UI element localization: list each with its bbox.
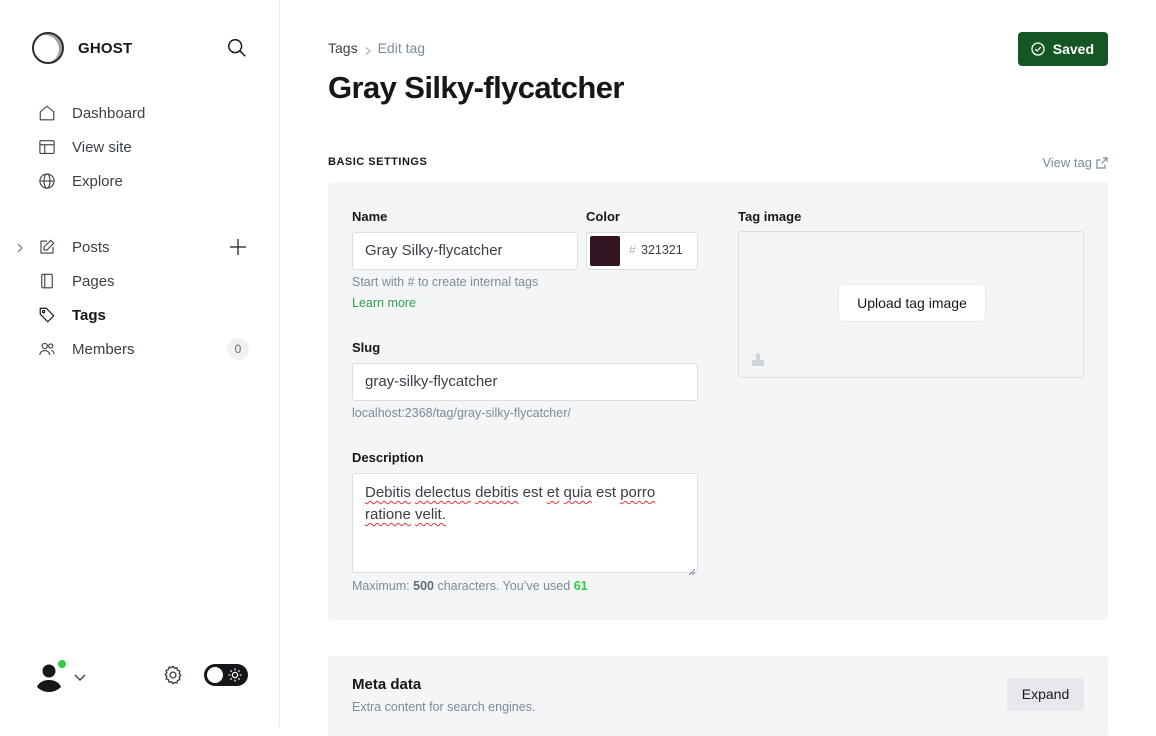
desc-word: velit. [415, 506, 446, 523]
members-icon [37, 339, 57, 359]
desc-word: porro [620, 484, 656, 501]
meta-data-subtitle: Extra content for search engines. [352, 700, 536, 714]
sidebar-item-label: View site [72, 138, 132, 156]
sidebar-item-tags[interactable]: Tags [32, 298, 252, 332]
desc-word: Debitis [365, 484, 411, 501]
chevron-down-icon[interactable] [74, 670, 86, 681]
tag-image-label: Tag image [738, 209, 802, 224]
page-title: Gray Silky-flycatcher [328, 70, 624, 105]
nav-gap [32, 198, 252, 230]
character-counter: Maximum: 500 characters. You’ve used 61 [352, 579, 588, 593]
save-button-label: Saved [1052, 41, 1094, 57]
sidebar-item-label: Tags [72, 306, 106, 324]
sidebar-item-label: Explore [72, 172, 123, 190]
name-hint: Start with # to create internal tags [352, 275, 539, 289]
desc-word: debitis [475, 484, 519, 501]
counter-used: 61 [573, 579, 588, 593]
description-textarea[interactable]: Debitis delectus debitis est et quia est… [352, 473, 698, 573]
sidebar-item-label: Posts [72, 238, 110, 256]
brand-logo [32, 32, 64, 64]
desc-word: est [596, 484, 617, 501]
name-input[interactable]: Gray Silky-flycatcher [352, 232, 578, 270]
resize-handle-icon[interactable] [688, 563, 696, 576]
desc-word: ratione [365, 506, 411, 523]
meta-data-title: Meta data [352, 676, 422, 693]
sidebar-nav: Dashboard View site Explore Posts Pages … [17, 96, 252, 366]
upload-icon [751, 353, 765, 367]
breadcrumb-tags-link[interactable]: Tags [328, 40, 358, 56]
save-button[interactable]: Saved [1017, 32, 1108, 66]
breadcrumb: Tags Edit tag [328, 40, 425, 56]
brand-name: GHOST [78, 39, 133, 57]
online-status-dot [57, 659, 67, 669]
slug-url: localhost:2368/tag/gray-silky-flycatcher… [352, 406, 571, 420]
color-swatch[interactable] [590, 236, 620, 266]
color-hash: # [629, 243, 636, 257]
expand-button[interactable]: Expand [1007, 678, 1084, 711]
view-tag-label: View tag [1042, 155, 1092, 170]
desc-word: et [546, 484, 560, 501]
edit-icon [37, 237, 57, 257]
search-icon[interactable] [226, 37, 248, 59]
counter-prefix: Maximum: [352, 579, 410, 593]
counter-mid: characters. You’ve used [437, 579, 571, 593]
chevron-right-icon[interactable] [14, 241, 26, 253]
sidebar-item-label: Dashboard [72, 104, 146, 122]
color-value-input[interactable]: 321321 [641, 243, 683, 257]
sidebar-item-label: Pages [72, 272, 115, 290]
pages-icon [37, 271, 57, 291]
basic-settings-card: Name Gray Silky-flycatcher Start with # … [328, 182, 1108, 620]
sidebar-item-explore[interactable]: Explore [32, 164, 252, 198]
breadcrumb-current: Edit tag [377, 40, 426, 56]
desc-word: delectus [415, 484, 471, 501]
desc-word: quia [563, 484, 592, 501]
sun-icon [228, 668, 242, 682]
check-circle-icon [1031, 42, 1045, 56]
desc-word: est [522, 484, 543, 501]
chevron-right-icon [363, 43, 373, 55]
home-icon [37, 103, 57, 123]
section-title: BASIC SETTINGS [328, 156, 428, 168]
layout-icon [37, 137, 57, 157]
toggle-knob [207, 667, 223, 683]
sidebar-item-label: Members [72, 340, 135, 358]
tag-icon [37, 305, 57, 325]
color-field[interactable]: # 321321 [586, 232, 698, 270]
sidebar-item-members[interactable]: Members 0 [32, 332, 252, 366]
gear-icon[interactable] [162, 664, 184, 686]
upload-tag-image-button[interactable]: Upload tag image [839, 285, 985, 321]
brand[interactable]: GHOST [32, 32, 132, 64]
plus-icon[interactable] [228, 237, 248, 257]
view-tag-link[interactable]: View tag [1042, 155, 1108, 170]
meta-data-card: Meta data Extra content for search engin… [328, 656, 1108, 736]
counter-max: 500 [413, 579, 434, 593]
sidebar-item-pages[interactable]: Pages [32, 264, 252, 298]
theme-toggle[interactable] [204, 664, 248, 686]
globe-icon [37, 171, 57, 191]
sidebar-item-dashboard[interactable]: Dashboard [32, 96, 252, 130]
external-link-icon [1096, 156, 1108, 169]
slug-input[interactable]: gray-silky-flycatcher [352, 363, 698, 401]
tag-image-dropzone[interactable]: Upload tag image [738, 231, 1084, 378]
color-label: Color [586, 209, 620, 224]
name-label: Name [352, 209, 388, 224]
description-label: Description [352, 450, 424, 465]
sidebar: GHOST Dashboard View site Explore Posts … [0, 0, 280, 727]
slug-label: Slug [352, 340, 381, 355]
members-count-badge: 0 [227, 338, 249, 360]
learn-more-link[interactable]: Learn more [352, 296, 416, 310]
sidebar-item-posts[interactable]: Posts [17, 230, 252, 264]
sidebar-item-view-site[interactable]: View site [32, 130, 252, 164]
